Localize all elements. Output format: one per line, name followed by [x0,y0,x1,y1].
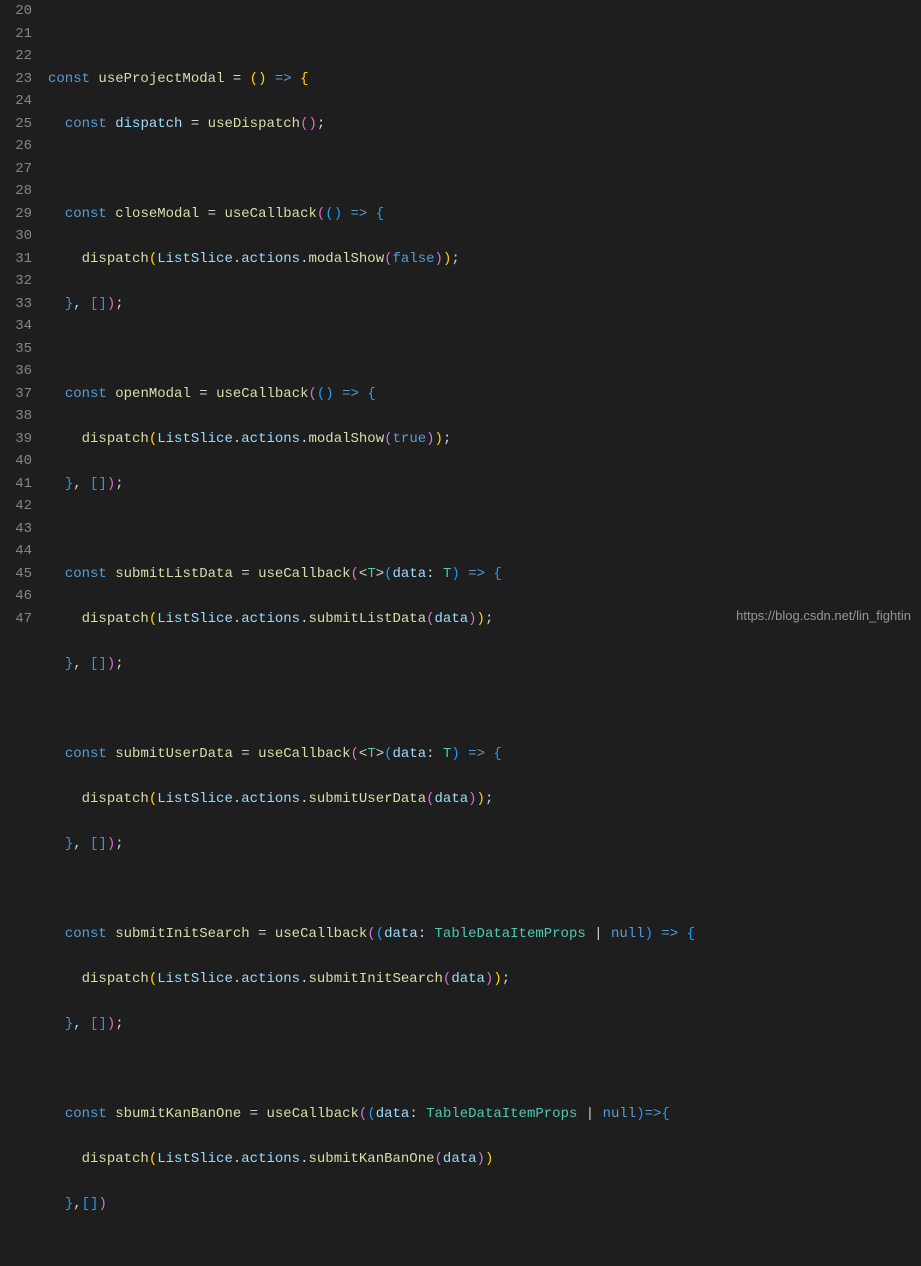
line-number: 28 [0,180,32,203]
line-number: 41 [0,473,32,496]
code-line[interactable]: }, []); [48,833,921,856]
code-line[interactable] [48,878,921,901]
line-number: 32 [0,270,32,293]
code-editor[interactable]: 20 21 22 23 24 25 26 27 28 29 30 31 32 3… [0,0,921,633]
code-line[interactable]: const submitUserData = useCallback(<T>(d… [48,743,921,766]
line-number: 39 [0,428,32,451]
code-line[interactable] [48,518,921,541]
code-line[interactable]: }, []); [48,473,921,496]
code-line[interactable]: dispatch(ListSlice.actions.submitInitSea… [48,968,921,991]
line-number: 26 [0,135,32,158]
line-number: 33 [0,293,32,316]
code-line[interactable] [48,698,921,721]
line-number: 21 [0,23,32,46]
line-number: 38 [0,405,32,428]
code-line[interactable]: const submitListData = useCallback(<T>(d… [48,563,921,586]
line-number: 36 [0,360,32,383]
code-line[interactable] [48,338,921,361]
line-number: 44 [0,540,32,563]
code-line[interactable]: }, []); [48,1013,921,1036]
code-line[interactable]: dispatch(ListSlice.actions.modalShow(tru… [48,428,921,451]
code-line[interactable]: const useProjectModal = () => { [48,68,921,91]
line-number: 23 [0,68,32,91]
code-line[interactable] [48,1238,921,1261]
line-number: 20 [0,0,32,23]
line-number: 29 [0,203,32,226]
code-line[interactable]: const dispatch = useDispatch(); [48,113,921,136]
line-number: 37 [0,383,32,406]
line-number: 43 [0,518,32,541]
code-line[interactable] [48,1058,921,1081]
code-line[interactable]: dispatch(ListSlice.actions.submitKanBanO… [48,1148,921,1171]
watermark-text: https://blog.csdn.net/lin_fightin [736,605,911,628]
code-line[interactable]: },[]) [48,1193,921,1216]
line-number: 22 [0,45,32,68]
line-number: 46 [0,585,32,608]
code-line[interactable]: const closeModal = useCallback(() => { [48,203,921,226]
line-number: 34 [0,315,32,338]
code-line[interactable]: const submitInitSearch = useCallback((da… [48,923,921,946]
line-number: 45 [0,563,32,586]
line-number: 40 [0,450,32,473]
line-number: 31 [0,248,32,271]
line-number-gutter: 20 21 22 23 24 25 26 27 28 29 30 31 32 3… [0,0,48,633]
code-line[interactable]: }, []); [48,653,921,676]
line-number: 35 [0,338,32,361]
code-line[interactable]: dispatch(ListSlice.actions.modalShow(fal… [48,248,921,271]
line-number: 27 [0,158,32,181]
line-number: 25 [0,113,32,136]
code-line[interactable]: }, []); [48,293,921,316]
code-line[interactable]: dispatch(ListSlice.actions.submitUserDat… [48,788,921,811]
code-area[interactable]: const useProjectModal = () => { const di… [48,0,921,633]
line-number: 30 [0,225,32,248]
code-line[interactable]: const openModal = useCallback(() => { [48,383,921,406]
line-number: 42 [0,495,32,518]
code-line[interactable] [48,23,921,46]
code-line[interactable]: const sbumitKanBanOne = useCallback((dat… [48,1103,921,1126]
line-number: 47 [0,608,32,631]
line-number: 24 [0,90,32,113]
code-line[interactable] [48,158,921,181]
